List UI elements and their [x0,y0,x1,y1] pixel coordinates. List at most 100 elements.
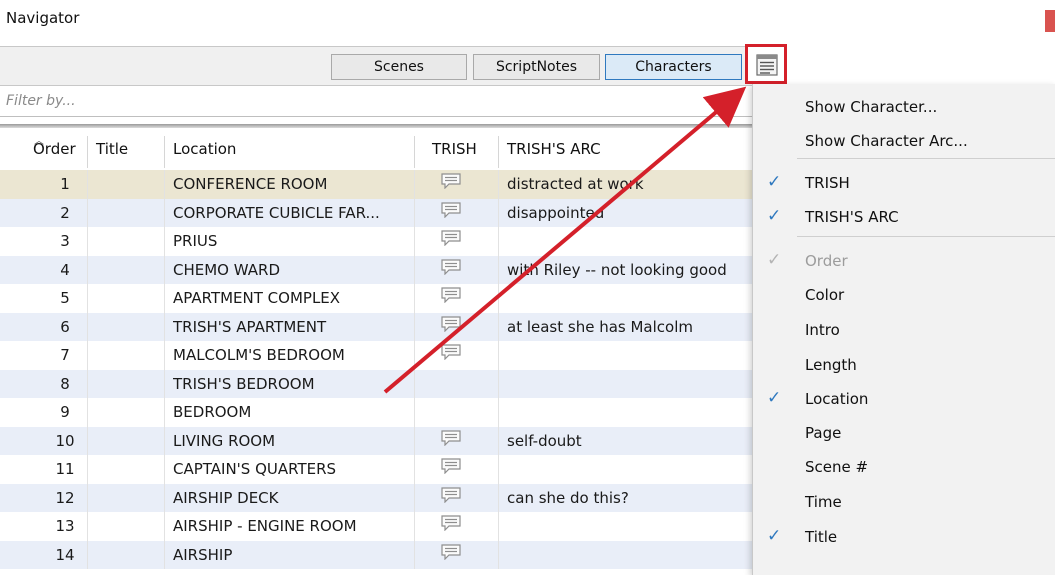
note-icon[interactable] [440,173,462,193]
table-row[interactable]: 9 BEDROOM [0,398,752,427]
note-icon[interactable] [440,201,462,222]
order-cell: 3 [60,232,70,250]
tab-bar: Scenes ScriptNotes Characters [0,46,752,86]
table-row[interactable]: 3 PRIUS [0,227,752,256]
note-icon[interactable] [440,486,462,507]
checkmark-icon: ✓ [767,250,782,270]
note-icon[interactable] [440,515,462,535]
note-icon[interactable] [440,429,462,450]
location-cell: CORPORATE CUBICLE FAR... [173,203,380,222]
arc-cell: self-doubt [507,431,582,450]
menu-item-label: TRISH'S ARC [805,208,899,226]
menu-item-location[interactable]: ✓ Location [753,382,1055,416]
header-divider [0,124,752,128]
menu-separator [797,158,1055,159]
arc-cell: distracted at work [507,175,644,193]
checkmark-icon: ✓ [767,172,782,192]
table-row[interactable]: 4 CHEMO WARD with Riley -- not looking goo… [0,255,752,284]
note-icon[interactable] [440,315,462,336]
order-cell: 8 [60,374,70,393]
menu-item-time[interactable]: Time [753,485,1055,519]
note-icon[interactable] [440,543,462,564]
menu-item-label: Location [805,390,869,408]
order-cell: 7 [60,346,70,364]
column-header-trish-arc[interactable]: TRISH'S ARC [507,140,601,158]
location-cell: AIRSHIP [173,545,233,564]
menu-item-label: Show Character... [805,98,938,116]
order-cell: 12 [55,488,75,507]
menu-item-show-character-arc[interactable]: Show Character Arc... [753,124,1055,158]
table-row[interactable]: 2 CORPORATE CUBICLE FAR... disappointed [0,198,752,227]
checkmark-icon: ✓ [767,388,782,408]
filter-bar [0,86,752,117]
menu-item-title[interactable]: ✓ Title [753,520,1055,554]
table-row[interactable]: 8 TRISH'S BEDROOM [0,369,752,398]
filter-input[interactable] [4,92,708,110]
table-row[interactable]: 12 AIRSHIP DECK can she do this? [0,483,752,512]
menu-item-show-character[interactable]: Show Character... [753,90,1055,124]
location-cell: AIRSHIP DECK [173,488,279,507]
close-button-edge[interactable] [1045,10,1055,32]
table-row[interactable]: 11 CAPTAIN'S QUARTERS [0,455,752,484]
menu-item-trish[interactable]: ✓ TRISH [753,166,1055,200]
menu-item-label: Length [805,356,857,374]
table-row[interactable]: 14 AIRSHIP [0,540,752,569]
column-header-order[interactable]: Order [33,140,76,158]
table-row[interactable]: 13 AIRSHIP - ENGINE ROOM [0,512,752,541]
checkmark-icon: ✓ [767,206,782,226]
menu-item-intro[interactable]: Intro [753,313,1055,347]
location-cell: CONFERENCE ROOM [173,175,328,193]
location-cell: APARTMENT COMPLEX [173,289,341,307]
column-header-title[interactable]: Title [96,140,128,158]
table-body: 1 CONFERENCE ROOM distracted at work 2 CORPO… [0,170,752,569]
order-cell: 2 [60,203,70,222]
menu-item-color[interactable]: Color [753,278,1055,312]
table-row[interactable]: 7 MALCOLM'S BEDROOM [0,341,752,370]
table-row[interactable]: 5 APARTMENT COMPLEX [0,284,752,313]
order-cell: 5 [60,289,70,307]
location-cell: LIVING ROOM [173,431,276,450]
table-row[interactable]: 10 LIVING ROOM self-doubt [0,426,752,455]
note-icon[interactable] [440,287,462,307]
menu-item-scene[interactable]: Scene # [753,450,1055,484]
menu-item-page[interactable]: Page [753,416,1055,450]
location-cell: AIRSHIP - ENGINE ROOM [173,517,357,535]
location-cell: CHEMO WARD [173,260,280,279]
note-icon[interactable] [440,258,462,279]
order-cell: 11 [55,460,75,478]
order-cell: 14 [55,545,75,564]
menu-item-label: Title [805,528,838,546]
menu-item-label: Time [805,493,842,511]
menu-item-label: Intro [805,321,840,339]
arc-cell: disappointed [507,203,605,222]
column-header-trish[interactable]: TRISH [432,140,477,158]
order-cell: 4 [60,260,70,279]
tab-characters[interactable]: Characters [605,54,742,80]
note-icon[interactable] [440,344,462,364]
table-row[interactable]: 1 CONFERENCE ROOM distracted at work [0,170,752,199]
tab-scriptnotes[interactable]: ScriptNotes [473,54,600,80]
menu-separator [797,236,1055,237]
location-cell: TRISH'S BEDROOM [173,374,315,393]
menu-item-length[interactable]: Length [753,348,1055,382]
menu-item-label: Color [805,286,845,304]
location-cell: BEDROOM [173,403,252,421]
column-header-location[interactable]: Location [173,140,236,158]
order-cell: 13 [55,517,75,535]
menu-item-label: Scene # [805,458,869,476]
column-context-menu: Show Character... Show Character Arc... ✓ T… [752,84,1055,575]
tab-scenes[interactable]: Scenes [331,54,467,80]
menu-item-order: ✓ Order [753,244,1055,278]
location-cell: CAPTAIN'S QUARTERS [173,460,337,478]
menu-item-trish-s-arc[interactable]: ✓ TRISH'S ARC [753,200,1055,234]
title-bar: Navigator [0,0,1055,44]
order-cell: 6 [60,317,70,336]
window-title: Navigator [6,9,80,27]
menu-item-label: Order [805,252,848,270]
table-row[interactable]: 6 TRISH'S APARTMENT at least she has Malco… [0,312,752,341]
note-icon[interactable] [440,230,462,250]
checkmark-icon: ✓ [767,526,782,546]
location-cell: TRISH'S APARTMENT [173,317,327,336]
column-menu-button[interactable] [745,44,787,84]
note-icon[interactable] [440,458,462,478]
